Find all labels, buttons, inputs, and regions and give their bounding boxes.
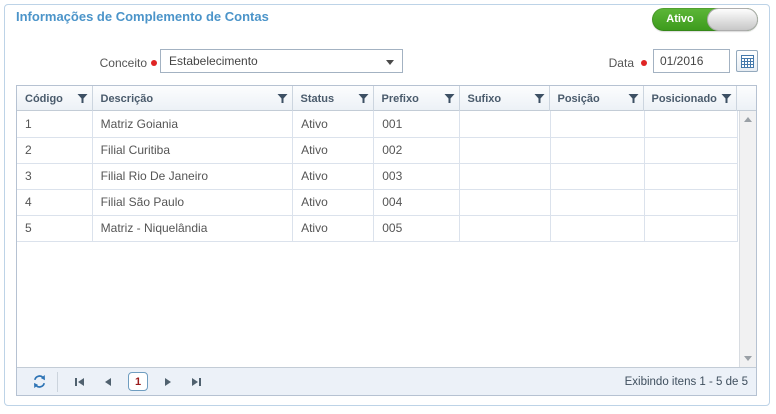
cell-status: Ativo [293,111,374,137]
conceito-label: Conceito [35,56,147,70]
accounts-grid: Código Descrição Status Prefixo [16,85,757,396]
page-number[interactable]: 1 [128,372,148,391]
column-header-status[interactable]: Status [292,86,373,111]
cell-status: Ativo [293,189,374,215]
conceito-selected-value: Estabelecimento [169,54,258,68]
calendar-button[interactable] [736,50,758,72]
chevron-down-icon [386,60,394,65]
cell-prefixo: 001 [374,111,460,137]
accounts-complement-panel: Informações de Complemento de Contas Ati… [4,4,770,406]
toggle-label: Ativo [652,8,708,31]
cell-descricao: Matriz - Niquelândia [92,215,292,241]
column-header-descricao[interactable]: Descrição [92,86,292,111]
column-header-posicionado[interactable]: Posicionado [643,86,736,111]
pager-first-button[interactable] [70,372,90,392]
cell-posicionado [644,215,737,241]
column-header-sufixo[interactable]: Sufixo [459,86,549,111]
cell-posicionado [644,163,737,189]
cell-posicao [550,111,644,137]
table-row[interactable]: 3 Filial Rio De Janeiro Ativo 003 [17,163,738,189]
pager-last-icon [190,376,202,388]
pager-next-icon [162,376,174,388]
cell-codigo: 5 [17,215,92,241]
cell-sufixo [460,137,550,163]
table-row[interactable]: 5 Matriz - Niquelândia Ativo 005 [17,215,738,241]
vertical-scrollbar[interactable] [739,111,756,367]
cell-codigo: 2 [17,137,92,163]
cell-status: Ativo [293,215,374,241]
cell-posicao [550,163,644,189]
data-label: Data [580,56,634,70]
page-title: Informações de Complemento de Contas [16,9,269,24]
pager-last-button[interactable] [186,372,206,392]
cell-status: Ativo [293,163,374,189]
cell-codigo: 3 [17,163,92,189]
pager-first-icon [74,376,86,388]
table-row[interactable]: 1 Matriz Goiania Ativo 001 [17,111,738,137]
cell-posicao [550,189,644,215]
column-header-posicao[interactable]: Posição [549,86,643,111]
column-header-prefixo[interactable]: Prefixo [373,86,459,111]
cell-descricao: Matriz Goiania [92,111,292,137]
cell-prefixo: 005 [374,215,460,241]
cell-prefixo: 002 [374,137,460,163]
required-dot-icon [641,60,647,66]
cell-posicao [550,137,644,163]
table-row[interactable]: 4 Filial São Paulo Ativo 004 [17,189,738,215]
cell-posicionado [644,189,737,215]
grid-body: 1 Matriz Goiania Ativo 001 2 Filial Curi… [17,111,756,367]
conceito-select[interactable]: Estabelecimento [160,49,403,73]
cell-sufixo [460,163,550,189]
column-header-codigo[interactable]: Código [17,86,92,111]
filter-icon[interactable] [358,93,369,104]
pager-prev-button[interactable] [98,372,118,392]
cell-prefixo: 003 [374,163,460,189]
scroll-up-icon[interactable] [744,117,752,122]
pager-prev-icon [102,376,114,388]
footer-divider [57,372,58,392]
active-toggle[interactable]: Ativo [652,8,758,31]
filter-icon[interactable] [628,93,639,104]
refresh-button[interactable] [29,372,49,392]
cell-sufixo [460,189,550,215]
filter-icon[interactable] [277,93,288,104]
required-dot-icon [151,60,157,66]
data-input[interactable] [653,49,730,73]
filter-icon[interactable] [444,93,455,104]
refresh-icon [32,374,47,389]
cell-descricao: Filial Curitiba [92,137,292,163]
filter-icon[interactable] [77,93,88,104]
cell-posicionado [644,111,737,137]
cell-codigo: 1 [17,111,92,137]
pager-next-button[interactable] [158,372,178,392]
toggle-handle[interactable] [707,8,758,31]
cell-posicao [550,215,644,241]
cell-prefixo: 004 [374,189,460,215]
grid-footer: 1 Exibindo itens 1 - 5 de 5 [17,367,756,395]
cell-descricao: Filial São Paulo [92,189,292,215]
cell-sufixo [460,215,550,241]
cell-sufixo [460,111,550,137]
scrollbar-spacer [736,86,756,111]
table-row[interactable]: 2 Filial Curitiba Ativo 002 [17,137,738,163]
cell-codigo: 4 [17,189,92,215]
scroll-down-icon[interactable] [744,356,752,361]
cell-posicionado [644,137,737,163]
calendar-icon [741,55,754,68]
pager-status: Exibindo itens 1 - 5 de 5 [625,368,748,396]
grid-header: Código Descrição Status Prefixo [17,86,756,111]
cell-descricao: Filial Rio De Janeiro [92,163,292,189]
cell-status: Ativo [293,137,374,163]
filter-icon[interactable] [534,93,545,104]
filter-icon[interactable] [721,93,732,104]
